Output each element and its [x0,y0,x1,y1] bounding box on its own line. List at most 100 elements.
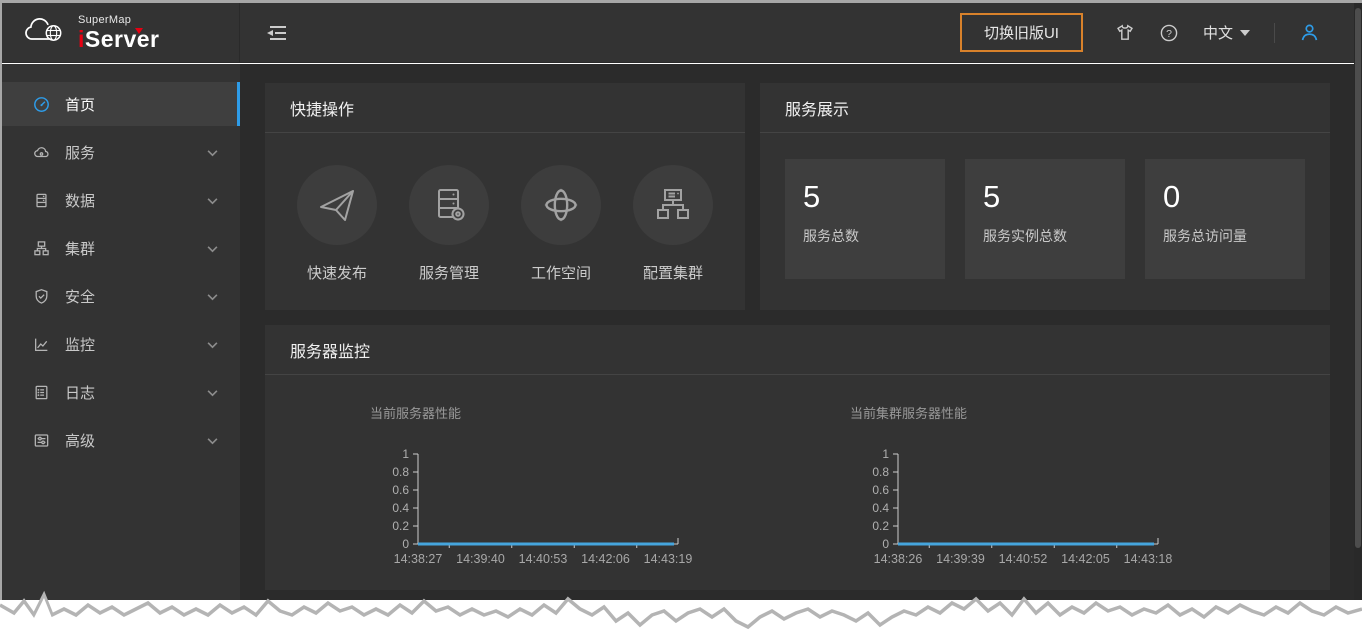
svg-text:0.4: 0.4 [872,501,889,515]
collapse-sidebar-icon[interactable] [265,23,289,43]
chevron-down-icon [207,144,218,161]
cloud-service-icon [32,143,50,161]
sidebar-item-monitor[interactable]: 监控 [2,322,240,366]
sidebar-item-services[interactable]: 服务 [2,130,240,174]
sidebar-item-label: 集群 [65,238,95,259]
stat-card-total-instances[interactable]: 5 服务实例总数 [965,159,1125,279]
svg-text:0: 0 [402,537,409,551]
brand-iserver: iServer [78,26,160,52]
user-icon[interactable] [1299,22,1320,43]
cluster-performance-plot: 0 0.2 0.4 0.6 0.8 1 14:38:26 14:39:39 14:40:52 14… [850,442,1330,587]
brand-supermap: SuperMap [78,15,160,26]
help-icon[interactable]: ? [1159,23,1179,43]
sidebar-item-label: 数据 [65,190,95,211]
svg-text:14:43:18: 14:43:18 [1124,552,1173,566]
chevron-down-icon [207,384,218,401]
stat-value: 5 [803,179,945,215]
quick-action-service-management[interactable]: 服务管理 [403,165,495,283]
sidebar-item-label: 服务 [65,142,95,163]
database-icon [32,191,50,209]
sidebar-item-advanced[interactable]: 高级 [2,418,240,462]
quick-action-label: 服务管理 [419,262,479,283]
theme-skin-icon[interactable] [1115,23,1135,43]
chevron-down-icon [207,336,218,353]
chevron-down-icon [207,288,218,305]
stat-value: 5 [983,179,1125,215]
sidebar: 首页 服务 [2,64,240,600]
svg-text:0.6: 0.6 [392,483,409,497]
svg-text:0.6: 0.6 [872,483,889,497]
shield-icon [32,287,50,305]
language-dropdown[interactable]: 中文 [1203,22,1250,43]
server-performance-chart: 当前服务器性能 0 0.2 0.4 0.6 0.8 1 14:38:27 14:39:40 14… [370,403,850,587]
svg-text:?: ? [1166,28,1172,40]
server-monitor-title: 服务器监控 [265,325,1330,375]
service-display-title: 服务展示 [760,83,1330,133]
sidebar-item-label: 高级 [65,430,95,451]
quick-action-workspace[interactable]: 工作空间 [515,165,607,283]
stat-label: 服务总数 [803,226,945,246]
svg-text:0.2: 0.2 [392,519,409,533]
svg-text:14:40:52: 14:40:52 [999,552,1048,566]
stat-card-total-services[interactable]: 5 服务总数 [785,159,945,279]
svg-text:14:43:19: 14:43:19 [644,552,693,566]
sidebar-item-cluster[interactable]: 集群 [2,226,240,270]
quick-actions-panel: 快捷操作 快速发布 [265,83,745,310]
svg-text:0.2: 0.2 [872,519,889,533]
sidebar-item-logs[interactable]: 日志 [2,370,240,414]
language-label: 中文 [1203,22,1233,43]
stat-label: 服务实例总数 [983,226,1125,246]
sidebar-item-label: 日志 [65,382,95,403]
service-display-panel: 服务展示 5 服务总数 5 服务实例总数 0 服务总访问量 [760,83,1330,310]
chart-title: 当前服务器性能 [370,403,850,422]
caret-down-icon [1240,30,1250,36]
stat-card-total-visits[interactable]: 0 服务总访问量 [1145,159,1305,279]
dashboard-icon [32,95,50,113]
stat-label: 服务总访问量 [1163,226,1305,246]
switch-old-ui-button[interactable]: 切换旧版UI [960,13,1083,52]
svg-text:14:42:05: 14:42:05 [1061,552,1110,566]
quick-action-publish[interactable]: 快速发布 [291,165,383,283]
cluster-tree-icon [633,165,713,245]
svg-text:14:39:39: 14:39:39 [936,552,985,566]
quick-action-configure-cluster[interactable]: 配置集群 [627,165,719,283]
brand-text: SuperMap iServer [78,15,160,51]
sidebar-item-data[interactable]: 数据 [2,178,240,222]
paper-plane-icon [297,165,377,245]
header-divider [1274,23,1275,43]
svg-text:14:40:53: 14:40:53 [519,552,568,566]
svg-text:0.4: 0.4 [392,501,409,515]
window-border-top [0,0,1362,3]
quick-action-label: 快速发布 [307,262,367,283]
brand-red-triangle [135,28,143,34]
sidebar-item-label: 监控 [65,334,95,355]
sidebar-item-security[interactable]: 安全 [2,274,240,318]
cluster-performance-chart: 当前集群服务器性能 00.20.40.60.8114:38:2614:39:39… [850,403,1330,587]
server-monitor-panel: 服务器监控 当前服务器性能 0 0.2 0.4 0.6 0.8 1 14:38:27 14:3… [265,325,1330,590]
sidebar-item-home[interactable]: 首页 [2,82,240,126]
svg-text:14:38:26: 14:38:26 [874,552,923,566]
svg-text:14:42:06: 14:42:06 [581,552,630,566]
vertical-scrollbar-thumb[interactable] [1355,8,1361,548]
quick-action-label: 配置集群 [643,262,703,283]
main-content: 快捷操作 快速发布 [240,64,1354,600]
orbit-icon [521,165,601,245]
svg-text:0.8: 0.8 [872,465,889,479]
supermap-cloud-logo-icon [22,15,68,50]
svg-text:1: 1 [882,447,889,461]
svg-text:14:38:27: 14:38:27 [394,552,443,566]
svg-text:0: 0 [882,537,889,551]
quick-actions-title: 快捷操作 [265,83,745,133]
sidebar-item-label: 安全 [65,286,95,307]
svg-text:1: 1 [402,447,409,461]
logo[interactable]: SuperMap iServer [2,3,240,62]
svg-text:14:39:40: 14:39:40 [456,552,505,566]
vertical-scrollbar-track[interactable] [1354,3,1362,600]
chevron-down-icon [207,192,218,209]
chevron-down-icon [207,432,218,449]
server-gear-icon [409,165,489,245]
top-bar: SuperMap iServer 切换旧版UI [2,3,1362,63]
top-bar-main: 切换旧版UI ? 中文 [240,3,1362,62]
svg-text:0.8: 0.8 [392,465,409,479]
cluster-icon [32,239,50,257]
